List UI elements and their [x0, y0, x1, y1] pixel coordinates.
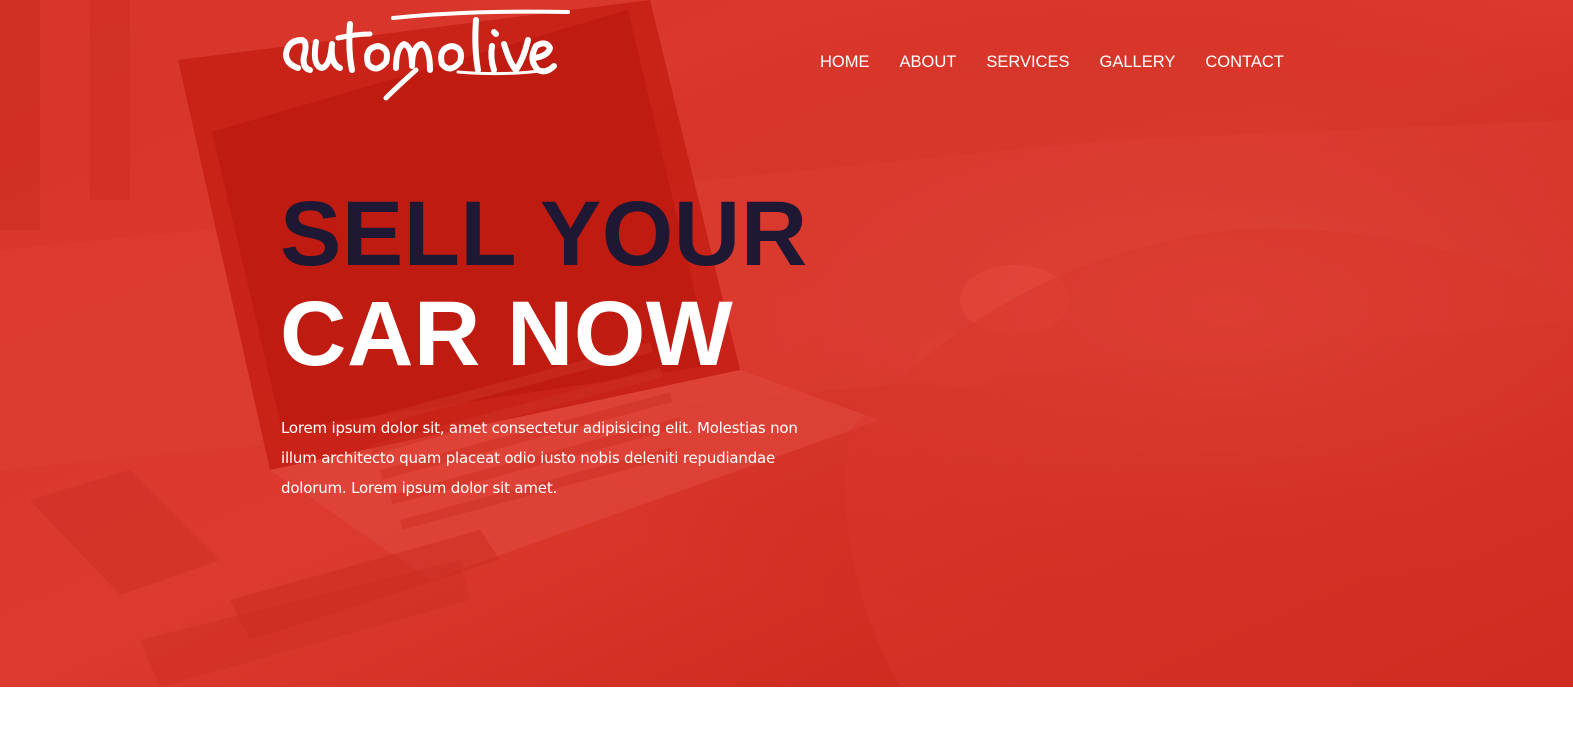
hero-headline: SELL YOUR CAR NOW — [280, 184, 808, 384]
brand-logo[interactable]: automotive — [278, 6, 573, 106]
nav-item-services[interactable]: SERVICES — [986, 51, 1069, 73]
hero-headline-line1: SELL YOUR — [280, 183, 808, 285]
nav-item-gallery[interactable]: GALLERY — [1100, 51, 1176, 73]
nav-item-home[interactable]: HOME — [820, 51, 870, 73]
content-area — [0, 687, 1573, 733]
brand-logo-text: automotive — [278, 6, 283, 7]
nav-item-about[interactable]: ABOUT — [900, 51, 957, 73]
nav-item-contact[interactable]: CONTACT — [1205, 51, 1284, 73]
hero-section: automotive HOME ABOUT SERVICES GALLERY C… — [0, 0, 1573, 687]
hero-lead-text: Lorem ipsum dolor sit, amet consectetur … — [281, 419, 798, 497]
hero-headline-line2: CAR NOW — [280, 283, 734, 385]
main-navigation: HOME ABOUT SERVICES GALLERY CONTACT — [820, 51, 1284, 73]
